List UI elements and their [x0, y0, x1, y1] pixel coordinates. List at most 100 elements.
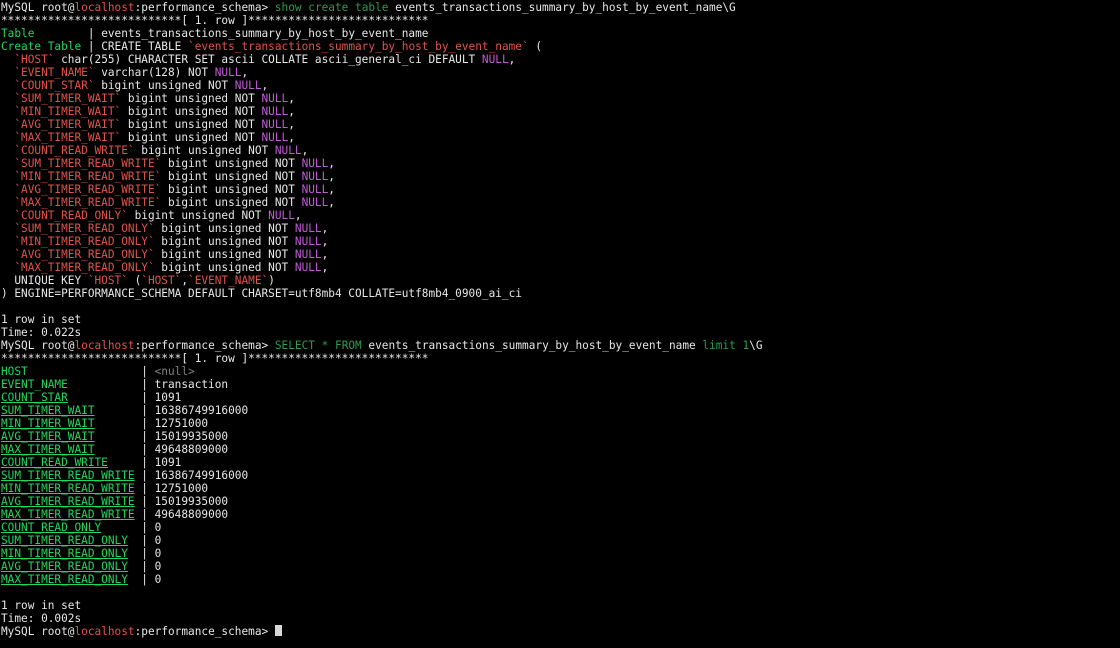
text-segment: SUM_TIMER_READ_ONLY	[1, 534, 128, 547]
text-segment: )	[268, 274, 275, 287]
text-segment: NULL	[261, 105, 289, 118]
text-segment	[1, 66, 14, 79]
terminal-line: `SUM_TIMER_READ_WRITE` bigint unsigned N…	[1, 157, 335, 170]
text-segment: UNIQUE KEY	[1, 274, 88, 287]
text-segment: Table	[1, 27, 35, 40]
terminal-line: ***************************[ 1. row ]***…	[1, 352, 428, 365]
text-segment: AVG_TIMER_READ_WRITE	[1, 495, 135, 508]
terminal-line: `MIN_TIMER_READ_ONLY` bigint unsigned NO…	[1, 235, 328, 248]
text-segment: ,	[508, 53, 516, 66]
text-segment: ***************************[ 1. row ]***…	[1, 352, 429, 365]
text-segment: `SUM_TIMER_WAIT`	[14, 92, 122, 105]
text-segment: varchar(128) NOT	[94, 66, 215, 79]
text-segment: Create Table	[1, 40, 82, 53]
text-segment: bigint unsigned NOT	[161, 157, 302, 170]
text-segment: NULL	[261, 118, 289, 131]
text-segment: NULL	[294, 261, 322, 274]
text-segment: `COUNT_READ_WRITE`	[14, 144, 135, 157]
text-segment: | transaction	[67, 378, 229, 391]
text-segment: |	[27, 365, 155, 378]
terminal-line: COUNT_READ_WRITE | 1091	[1, 456, 181, 469]
text-segment	[1, 170, 14, 183]
text-segment: Time: 0.022s	[1, 326, 82, 339]
text-segment: ,	[288, 118, 295, 131]
text-segment: | 12751000	[134, 482, 209, 495]
text-segment: ) ENGINE=PERFORMANCE_SCHEMA DEFAULT CHAR…	[1, 287, 522, 300]
command-prompt-line[interactable]: MySQL root@localhost:performance_schema>	[1, 625, 282, 638]
text-segment: MySQL	[1, 625, 42, 638]
text-segment	[1, 209, 14, 222]
terminal-line: `MIN_TIMER_READ_WRITE` bigint unsigned N…	[1, 170, 335, 183]
text-segment: ,	[301, 144, 309, 157]
text-segment: root	[41, 339, 68, 352]
text-segment: `HOST`	[141, 274, 182, 287]
text-segment: `AVG_TIMER_WAIT`	[14, 118, 122, 131]
text-segment: ,	[261, 79, 269, 92]
text-segment: `COUNT_READ_ONLY`	[14, 209, 128, 222]
text-segment: char(255) CHARACTER SET ascii COLLATE as…	[54, 53, 482, 66]
text-segment	[1, 157, 14, 170]
text-segment: NULL	[234, 79, 262, 92]
text-segment	[1, 196, 14, 209]
text-segment: 1 row in set	[1, 313, 82, 326]
text-segment: | 49648809000	[134, 508, 229, 521]
text-segment	[328, 339, 335, 352]
text-segment: AVG_TIMER_READ_ONLY	[1, 560, 128, 573]
terminal-line: ***************************[ 1. row ]***…	[1, 14, 428, 27]
text-segment: `SUM_TIMER_READ_ONLY`	[14, 222, 155, 235]
text-segment: ,	[328, 157, 335, 170]
terminal-line: `MAX_TIMER_READ_ONLY` bigint unsigned NO…	[1, 261, 328, 274]
text-segment: | 0	[101, 521, 162, 534]
text-segment: bigint unsigned NOT	[154, 222, 295, 235]
text-segment	[1, 183, 14, 196]
text-segment: FROM	[335, 339, 362, 352]
text-segment: SUM_TIMER_READ_WRITE	[1, 469, 135, 482]
terminal-line: MySQL root@localhost:performance_schema>…	[1, 339, 763, 352]
text-segment: MIN_TIMER_READ_WRITE	[1, 482, 135, 495]
text-segment	[1, 105, 14, 118]
text-segment: | 0	[127, 573, 162, 586]
text-segment: \G	[749, 339, 763, 352]
text-segment: Time: 0.002s	[1, 612, 82, 625]
text-segment: ,	[328, 183, 335, 196]
terminal-line: AVG_TIMER_READ_ONLY | 0	[1, 560, 161, 573]
terminal-line: Time: 0.022s	[1, 326, 81, 339]
text-segment: <null>	[154, 365, 195, 378]
text-segment: ,	[328, 170, 335, 183]
text-segment: `HOST`	[87, 274, 128, 287]
text-segment: | CREATE TABLE	[81, 40, 189, 53]
text-segment: ,	[328, 196, 335, 209]
terminal-line: AVG_TIMER_WAIT | 15019935000	[1, 430, 228, 443]
terminal-line: `MIN_TIMER_WAIT` bigint unsigned NOT NUL…	[1, 105, 295, 118]
text-segment: HOST	[1, 365, 28, 378]
terminal-line: Create Table | CREATE TABLE `events_tran…	[1, 40, 542, 53]
text-segment: MIN_TIMER_READ_ONLY	[1, 547, 128, 560]
terminal-line: COUNT_READ_ONLY | 0	[1, 521, 161, 534]
terminal-line: `COUNT_READ_ONLY` bigint unsigned NOT NU…	[1, 209, 301, 222]
text-segment: localhost	[74, 625, 135, 638]
text-segment: | 15019935000	[134, 495, 229, 508]
terminal-line: `AVG_TIMER_READ_WRITE` bigint unsigned N…	[1, 183, 335, 196]
text-segment: ,	[288, 105, 295, 118]
terminal-line: `AVG_TIMER_WAIT` bigint unsigned NOT NUL…	[1, 118, 295, 131]
terminal-line: SUM_TIMER_READ_WRITE | 16386749916000	[1, 469, 248, 482]
text-segment	[1, 222, 14, 235]
text-segment: bigint unsigned NOT	[161, 196, 302, 209]
text-segment: | 12751000	[94, 417, 209, 430]
text-segment: events_transactions_summary_by_host_by_e…	[361, 339, 703, 352]
text-segment: `MAX_TIMER_READ_WRITE`	[14, 196, 162, 209]
terminal-window[interactable]: MySQL root@localhost:performance_schema>…	[0, 0, 1120, 648]
text-segment	[1, 144, 14, 157]
terminal-line: MAX_TIMER_WAIT | 49648809000	[1, 443, 228, 456]
text-segment: NULL	[268, 209, 295, 222]
text-segment: | 16386749916000	[94, 404, 249, 417]
text-segment: ,	[321, 222, 329, 235]
terminal-line: UNIQUE KEY `HOST` (`HOST`,`EVENT_NAME`)	[1, 274, 275, 287]
text-segment: | 0	[127, 560, 162, 573]
terminal-line: `AVG_TIMER_READ_ONLY` bigint unsigned NO…	[1, 248, 328, 261]
text-segment: `EVENT_NAME`	[14, 66, 95, 79]
text-segment	[1, 79, 14, 92]
text-segment: bigint unsigned NOT	[127, 209, 269, 222]
text-segment: bigint unsigned NOT	[154, 235, 295, 248]
text-segment: 1 row in set	[1, 599, 82, 612]
